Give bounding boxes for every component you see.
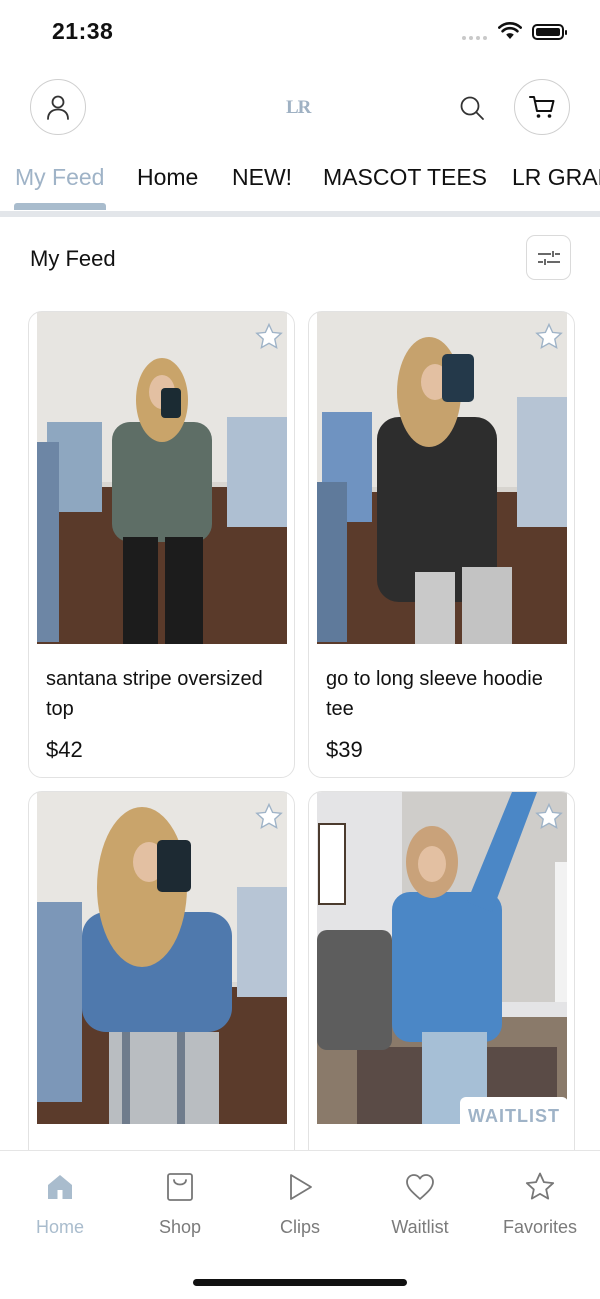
tab-my-feed[interactable]: My Feed — [15, 164, 104, 191]
nav-home-label: Home — [35, 1217, 84, 1237]
cart-icon — [529, 96, 555, 118]
tab-new[interactable]: NEW! — [232, 164, 292, 191]
product-photo[interactable] — [37, 792, 287, 1124]
tabs-divider — [0, 211, 600, 217]
nav-clips[interactable]: Clips — [240, 1167, 360, 1238]
brand-logo[interactable]: LR — [286, 97, 311, 119]
account-button[interactable] — [30, 79, 86, 135]
status-bar: 21:38 — [0, 0, 600, 64]
product-price: $39 — [326, 737, 363, 762]
product-card[interactable] — [28, 791, 295, 1171]
home-icon — [48, 1175, 72, 1199]
home-indicator[interactable] — [193, 1279, 407, 1286]
product-photo[interactable] — [317, 312, 567, 644]
favorite-star-icon[interactable] — [254, 802, 284, 832]
nav-waitlist[interactable]: Waitlist — [360, 1167, 480, 1238]
play-icon — [290, 1174, 312, 1200]
product-photo[interactable] — [37, 312, 287, 644]
search-icon — [460, 96, 484, 120]
nav-clips-label: Clips — [279, 1217, 320, 1237]
status-time: 21:38 — [52, 18, 114, 44]
tab-lr-graphics[interactable]: LR GRAP — [512, 164, 600, 191]
cellular-signal-icon — [462, 36, 487, 40]
product-card[interactable]: WAITLIST — [308, 791, 575, 1171]
nav-favorites[interactable]: Favorites — [480, 1167, 600, 1238]
wifi-icon — [498, 22, 522, 39]
battery-icon — [532, 24, 567, 40]
product-name: go to long sleeve hoodie tee — [326, 668, 543, 720]
category-tabs: My Feed Home NEW! MASCOT TEES LR GRAP — [0, 160, 600, 218]
shopping-bag-icon — [167, 1173, 193, 1201]
nav-home[interactable]: Home — [0, 1167, 120, 1238]
waitlist-badge: WAITLIST — [460, 1097, 568, 1136]
nav-waitlist-label: Waitlist — [391, 1217, 449, 1237]
product-card[interactable]: go to long sleeve hoodie tee $39 — [308, 311, 575, 778]
bottom-nav: Home Shop Clips Waitlist Favorites — [0, 1150, 600, 1299]
product-name: santana stripe oversized top — [46, 668, 263, 720]
product-photo[interactable] — [317, 792, 567, 1124]
feed-title: My Feed — [30, 246, 116, 271]
heart-icon — [406, 1174, 434, 1200]
tab-mascot-tees[interactable]: MASCOT TEES — [323, 164, 487, 191]
product-price: $42 — [46, 737, 83, 762]
favorite-star-icon[interactable] — [534, 322, 564, 352]
user-icon — [47, 95, 69, 120]
nav-shop-label: Shop — [158, 1217, 202, 1237]
nav-favorites-label: Favorites — [502, 1217, 578, 1237]
favorite-star-icon[interactable] — [254, 322, 284, 352]
sliders-icon — [537, 250, 560, 265]
cart-button[interactable] — [514, 79, 570, 135]
search-button[interactable] — [456, 92, 488, 124]
nav-shop[interactable]: Shop — [120, 1167, 240, 1238]
favorite-star-icon[interactable] — [534, 802, 564, 832]
product-card[interactable]: santana stripe oversized top $42 — [28, 311, 295, 778]
filter-button[interactable] — [526, 235, 571, 280]
tab-home[interactable]: Home — [137, 164, 198, 191]
active-tab-indicator — [14, 203, 106, 210]
star-icon — [525, 1172, 555, 1200]
